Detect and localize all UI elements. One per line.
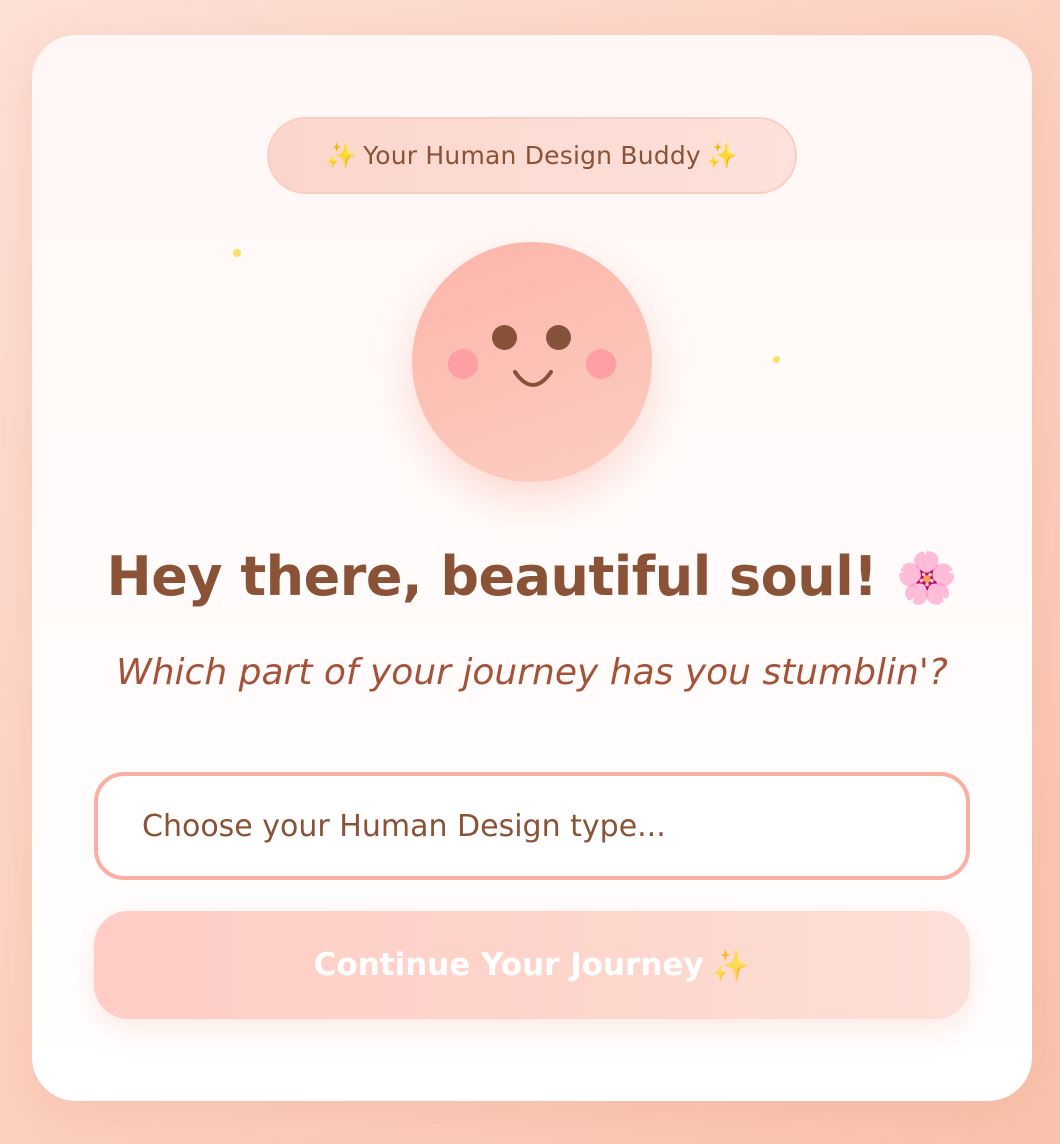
cherry-blossom-icon: 🌸 [895, 549, 958, 607]
badge-label: Your Human Design Buddy [363, 141, 701, 170]
sparkle-icon: ✨ [325, 140, 358, 170]
buddy-badge: ✨ Your Human Design Buddy ✨ [267, 117, 797, 194]
select-placeholder: Choose your Human Design type... [142, 808, 666, 844]
greeting-subtitle: Which part of your journey has you stumb… [116, 652, 948, 693]
sparkle-icon: ✨ [711, 947, 751, 984]
smile-mouth [513, 370, 553, 387]
greeting-title: Hey there, beautiful soul! 🌸 [32, 545, 1032, 608]
left-eye [492, 325, 517, 350]
right-eye [546, 325, 571, 350]
right-cheek [586, 349, 616, 379]
greeting-title-text: Hey there, beautiful soul! [106, 545, 878, 608]
sparkle-dot-decoration [233, 249, 241, 257]
sparkle-icon: ✨ [706, 140, 739, 170]
sparkle-dot-decoration [773, 356, 780, 363]
main-card: ✨ Your Human Design Buddy ✨ Hey there, b… [32, 35, 1032, 1101]
continue-button-label: Continue Your Journey [313, 947, 704, 983]
human-design-type-select[interactable]: Choose your Human Design type... [94, 772, 970, 880]
smiley-face-icon [412, 242, 652, 482]
left-cheek [448, 349, 478, 379]
continue-journey-button[interactable]: Continue Your Journey ✨ [94, 911, 970, 1019]
